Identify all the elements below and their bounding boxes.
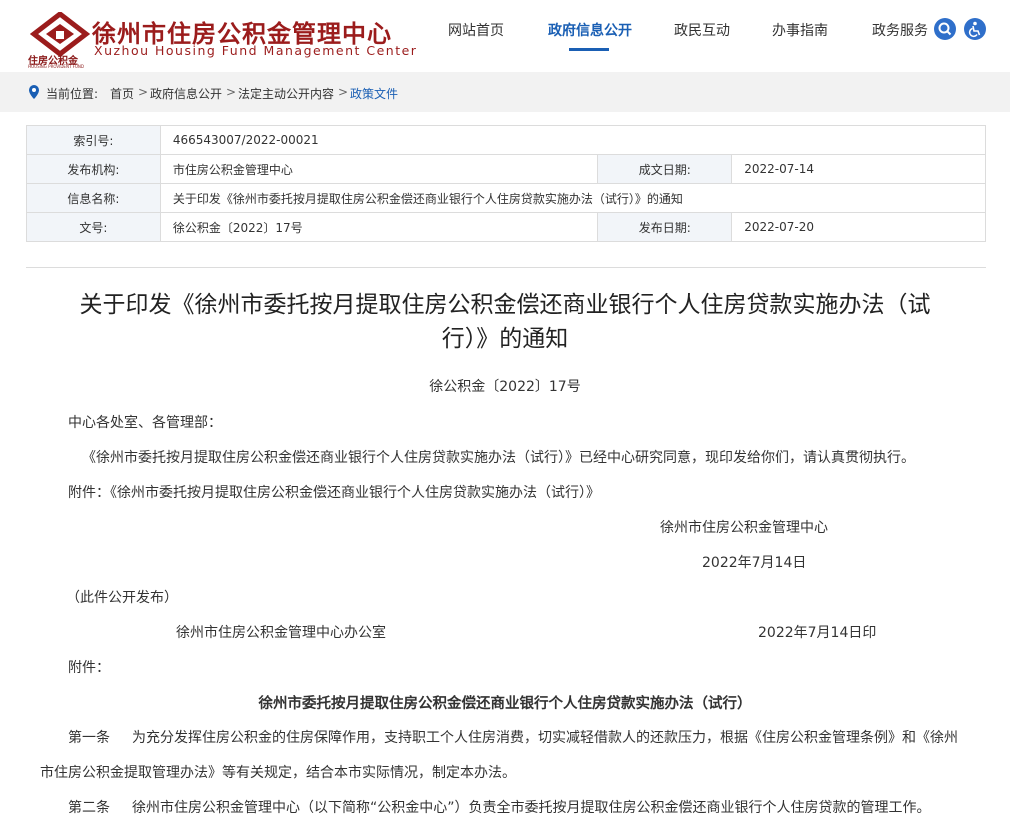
- accessibility-icon[interactable]: [964, 18, 986, 40]
- document-info-table: 索引号: 466543007/2022-00021 发布机构: 市住房公积金管理…: [26, 125, 987, 242]
- issuing-office: 徐州市住房公积金管理中心办公室: [176, 625, 386, 641]
- table-row: 信息名称: 关于印发《徐州市委托按月提取住房公积金偿还商业银行个人住房贷款实施办…: [26, 183, 987, 213]
- article-title-line-1: 关于印发《徐州市委托按月提取住房公积金偿还商业银行个人住房贷款实施办法（试: [79, 292, 931, 318]
- org-label: 发布机构:: [26, 154, 161, 184]
- breadcrumb-separator: >: [226, 85, 237, 99]
- nav-interaction[interactable]: 政民互动: [674, 20, 730, 40]
- location-pin-icon: [29, 85, 39, 99]
- breadcrumb-separator: >: [338, 85, 349, 99]
- article-title: 关于印发《徐州市委托按月提取住房公积金偿还商业银行个人住房贷款实施办法（试 行）…: [50, 288, 960, 356]
- org-value: 市住房公积金管理中心: [159, 154, 599, 184]
- print-date: 2022年7月14日印: [758, 625, 877, 641]
- article-1-label: 第一条: [68, 730, 110, 746]
- breadcrumb-policy-docs[interactable]: 政策文件: [350, 85, 398, 102]
- nav-active-indicator: [569, 48, 609, 51]
- signature-date: 2022年7月14日: [702, 555, 807, 571]
- search-icon[interactable]: [934, 18, 956, 40]
- article-attachment-line: 附件：《徐州市委托按月提取住房公积金偿还商业银行个人住房贷款实施办法（试行）》: [68, 485, 600, 501]
- published-date-label: 发布日期:: [597, 212, 733, 242]
- article-title-line-2: 行）》的通知: [441, 326, 569, 352]
- article-2-label: 第二条: [68, 800, 110, 816]
- nav-gov-info[interactable]: 政府信息公开: [548, 20, 632, 40]
- article-recipients: 中心各处室、各管理部：: [68, 415, 222, 431]
- breadcrumb-separator: >: [138, 85, 149, 99]
- logo-tiny-caption: HOUSING PROVIDENT FUND: [28, 64, 84, 69]
- table-row: 索引号: 466543007/2022-00021: [26, 125, 987, 155]
- table-row: 发布机构: 市住房公积金管理中心 成文日期: 2022-07-14: [26, 154, 986, 184]
- article-1-text: 为充分发挥住房公积金的住房保障作用，支持职工个人住房消费，切实减轻借款人的还款压…: [132, 730, 958, 746]
- site-english-title: Xuzhou Housing Fund Management Center: [94, 43, 418, 58]
- site-header: 住房公积金 HOUSING PROVIDENT FUND 徐州市住房公积金管理中…: [0, 0, 1010, 72]
- created-date-value: 2022-07-14: [731, 154, 986, 184]
- breadcrumb-gov-info[interactable]: 政府信息公开: [150, 85, 222, 102]
- nav-services[interactable]: 政务服务: [872, 20, 928, 40]
- breadcrumb-prefix: 当前位置:: [46, 87, 99, 101]
- article-2-text: 徐州市住房公积金管理中心（以下简称“公积金中心”）负责全市委托按月提取住房公积金…: [132, 800, 931, 816]
- breadcrumb-home[interactable]: 首页: [110, 85, 134, 102]
- site-logo[interactable]: 住房公积金 HOUSING PROVIDENT FUND 徐州市住房公积金管理中…: [28, 10, 416, 69]
- docno-value: 徐公积金〔2022〕17号: [159, 212, 599, 242]
- article-document-number: 徐公积金〔2022〕17号: [429, 379, 581, 395]
- nav-guide[interactable]: 办事指南: [772, 20, 828, 40]
- article-paragraph: 《徐州市委托按月提取住房公积金偿还商业银行个人住房贷款实施办法（试行）》已经中心…: [82, 450, 915, 466]
- signature-org: 徐州市住房公积金管理中心: [660, 520, 828, 536]
- attachment-label: 附件：: [68, 660, 110, 676]
- docno-label: 文号:: [26, 212, 161, 242]
- breadcrumb-statutory[interactable]: 法定主动公开内容: [238, 85, 334, 102]
- section-divider: [26, 267, 986, 268]
- info-name-label: 信息名称:: [26, 183, 161, 213]
- index-label: 索引号:: [26, 125, 161, 155]
- nav-home[interactable]: 网站首页: [448, 20, 504, 40]
- logo-emblem-icon: [30, 12, 90, 56]
- index-value: 466543007/2022-00021: [159, 125, 987, 155]
- attachment-title: 徐州市委托按月提取住房公积金偿还商业银行个人住房贷款实施办法（试行）: [258, 696, 752, 712]
- public-release-note: （此件公开发布）: [66, 590, 178, 606]
- published-date-value: 2022-07-20: [731, 212, 986, 242]
- info-name-value: 关于印发《徐州市委托按月提取住房公积金偿还商业银行个人住房贷款实施办法（试行）》…: [159, 183, 987, 213]
- article-1-continuation: 市住房公积金提取管理办法》等有关规定，结合本市实际情况，制定本办法。: [40, 765, 516, 781]
- table-row: 文号: 徐公积金〔2022〕17号 发布日期: 2022-07-20: [26, 212, 986, 242]
- created-date-label: 成文日期:: [597, 154, 733, 184]
